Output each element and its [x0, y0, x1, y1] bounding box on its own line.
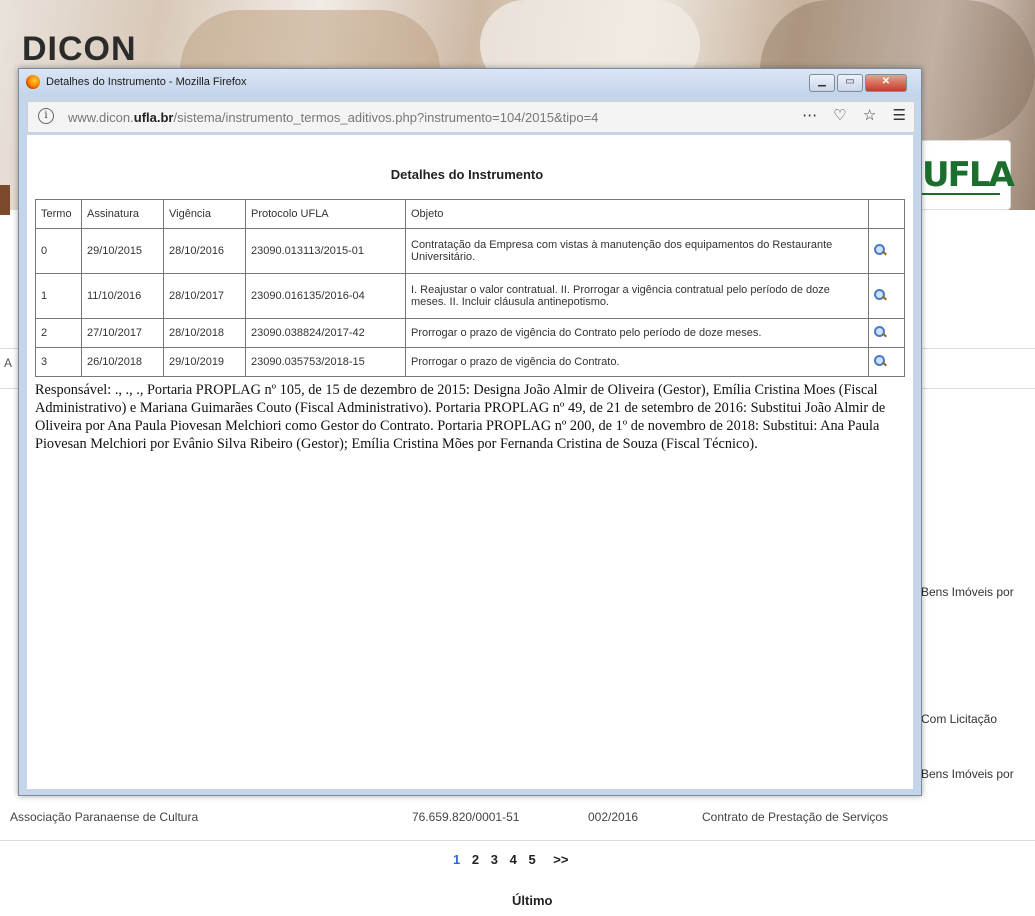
- cell-protocolo: 23090.038824/2017-42: [245, 318, 406, 348]
- page-link-5[interactable]: 5: [528, 852, 535, 867]
- view-details-button[interactable]: [868, 273, 905, 319]
- cell-protocolo: 23090.013113/2015-01: [245, 228, 406, 274]
- column-header: Objeto: [405, 199, 869, 229]
- page-link-2[interactable]: 2: [472, 852, 479, 867]
- cell-protocolo: 23090.035753/2018-15: [245, 347, 406, 377]
- pocket-icon[interactable]: ♡: [833, 107, 846, 124]
- table-row: 3 26/10/2018 29/10/2019 23090.035753/201…: [35, 347, 905, 377]
- table-header: Termo Assinatura Vigência Protocolo UFLA…: [35, 199, 905, 229]
- divider: [0, 840, 1035, 841]
- menu-icon[interactable]: ☰: [893, 107, 906, 124]
- cell-objeto: Prorrogar o prazo de vigência do Contrat…: [405, 318, 869, 348]
- row-fragment: Com Licitação: [921, 712, 998, 726]
- cell-protocolo: 23090.016135/2016-04: [245, 273, 406, 319]
- cell-vigencia: 29/10/2019: [163, 347, 246, 377]
- magnifier-icon[interactable]: [874, 354, 886, 367]
- entity-cnpj: 76.659.820/0001-51: [412, 810, 520, 824]
- cell-objeto: I. Reajustar o valor contratual. II. Pro…: [405, 273, 869, 319]
- cell-assinatura: 11/10/2016: [81, 273, 164, 319]
- entity-name: Associação Paranaense de Cultura: [10, 810, 199, 824]
- page-title: Detalhes do Instrumento: [390, 167, 544, 182]
- cell-assinatura: 26/10/2018: [81, 347, 164, 377]
- magnifier-icon[interactable]: [874, 243, 886, 256]
- view-details-button[interactable]: [868, 318, 905, 348]
- url-text[interactable]: www.dicon.ufla.br/sistema/instrumento_te…: [68, 110, 598, 125]
- popup-window: Detalhes do Instrumento - Mozilla Firefo…: [18, 68, 922, 796]
- column-header: Protocolo UFLA: [245, 199, 406, 229]
- minimize-button[interactable]: ▁: [809, 74, 835, 92]
- last-page-link[interactable]: Último: [512, 893, 552, 908]
- view-details-button[interactable]: [868, 347, 905, 377]
- column-header: Vigência: [163, 199, 246, 229]
- firefox-icon: [26, 75, 40, 89]
- cell-objeto: Contratação da Empresa com vistas à manu…: [405, 228, 869, 274]
- ufla-logo[interactable]: UFLA: [915, 140, 1015, 210]
- brand-stripe: [0, 185, 10, 215]
- page-link-3[interactable]: 3: [491, 852, 498, 867]
- column-header: [868, 199, 905, 229]
- table-row: 2 27/10/2017 28/10/2018 23090.038824/201…: [35, 318, 905, 348]
- cell-vigencia: 28/10/2018: [163, 318, 246, 348]
- table-row[interactable]: Associação Paranaense de Cultura 76.659.…: [10, 808, 1030, 826]
- row-marker: A: [4, 356, 13, 370]
- contract-type: Contrato de Prestação de Serviços: [702, 810, 889, 824]
- url-bar[interactable]: i www.dicon.ufla.br/sistema/instrumento_…: [27, 101, 915, 133]
- column-header: Assinatura: [81, 199, 164, 229]
- row-fragment: Bens Imóveis por: [921, 767, 1014, 781]
- cell-assinatura: 27/10/2017: [81, 318, 164, 348]
- cell-assinatura: 29/10/2015: [81, 228, 164, 274]
- contract-number: 002/2016: [588, 810, 639, 824]
- info-icon[interactable]: i: [38, 108, 54, 124]
- maximize-button[interactable]: ▭: [837, 74, 863, 92]
- cell-objeto: Prorrogar o prazo de vigência do Contrat…: [405, 347, 869, 377]
- row-fragment: Bens Imóveis por: [921, 585, 1014, 599]
- magnifier-icon[interactable]: [874, 288, 886, 301]
- table-row: 1 11/10/2016 28/10/2017 23090.016135/201…: [35, 273, 905, 319]
- window-title: Detalhes do Instrumento - Mozilla Firefo…: [46, 76, 247, 88]
- pagination: 1 2 3 4 5 >>: [453, 852, 576, 867]
- cell-termo: 3: [35, 347, 82, 377]
- cell-vigencia: 28/10/2017: [163, 273, 246, 319]
- column-header: Termo: [35, 199, 82, 229]
- more-icon[interactable]: ⋯: [802, 107, 817, 124]
- cell-vigencia: 28/10/2016: [163, 228, 246, 274]
- table-row: 0 29/10/2015 28/10/2016 23090.013113/201…: [35, 228, 905, 274]
- view-details-button[interactable]: [868, 228, 905, 274]
- page-link-1[interactable]: 1: [453, 852, 460, 867]
- terms-table: Termo Assinatura Vigência Protocolo UFLA…: [35, 199, 905, 377]
- page-link-4[interactable]: 4: [510, 852, 517, 867]
- window-titlebar[interactable]: Detalhes do Instrumento - Mozilla Firefo…: [19, 69, 921, 95]
- magnifier-icon[interactable]: [874, 325, 886, 338]
- site-brand[interactable]: DICON: [22, 30, 137, 69]
- next-page-link[interactable]: >>: [553, 852, 568, 867]
- close-button[interactable]: ✕: [865, 74, 907, 92]
- page-content: Detalhes do Instrumento Termo Assinatura…: [27, 135, 913, 789]
- responsible-text: Responsável: ., ., ., Portaria PROPLAG n…: [35, 382, 886, 452]
- cell-termo: 2: [35, 318, 82, 348]
- cell-termo: 1: [35, 273, 82, 319]
- cell-termo: 0: [35, 228, 82, 274]
- bookmark-star-icon[interactable]: ☆: [863, 107, 876, 124]
